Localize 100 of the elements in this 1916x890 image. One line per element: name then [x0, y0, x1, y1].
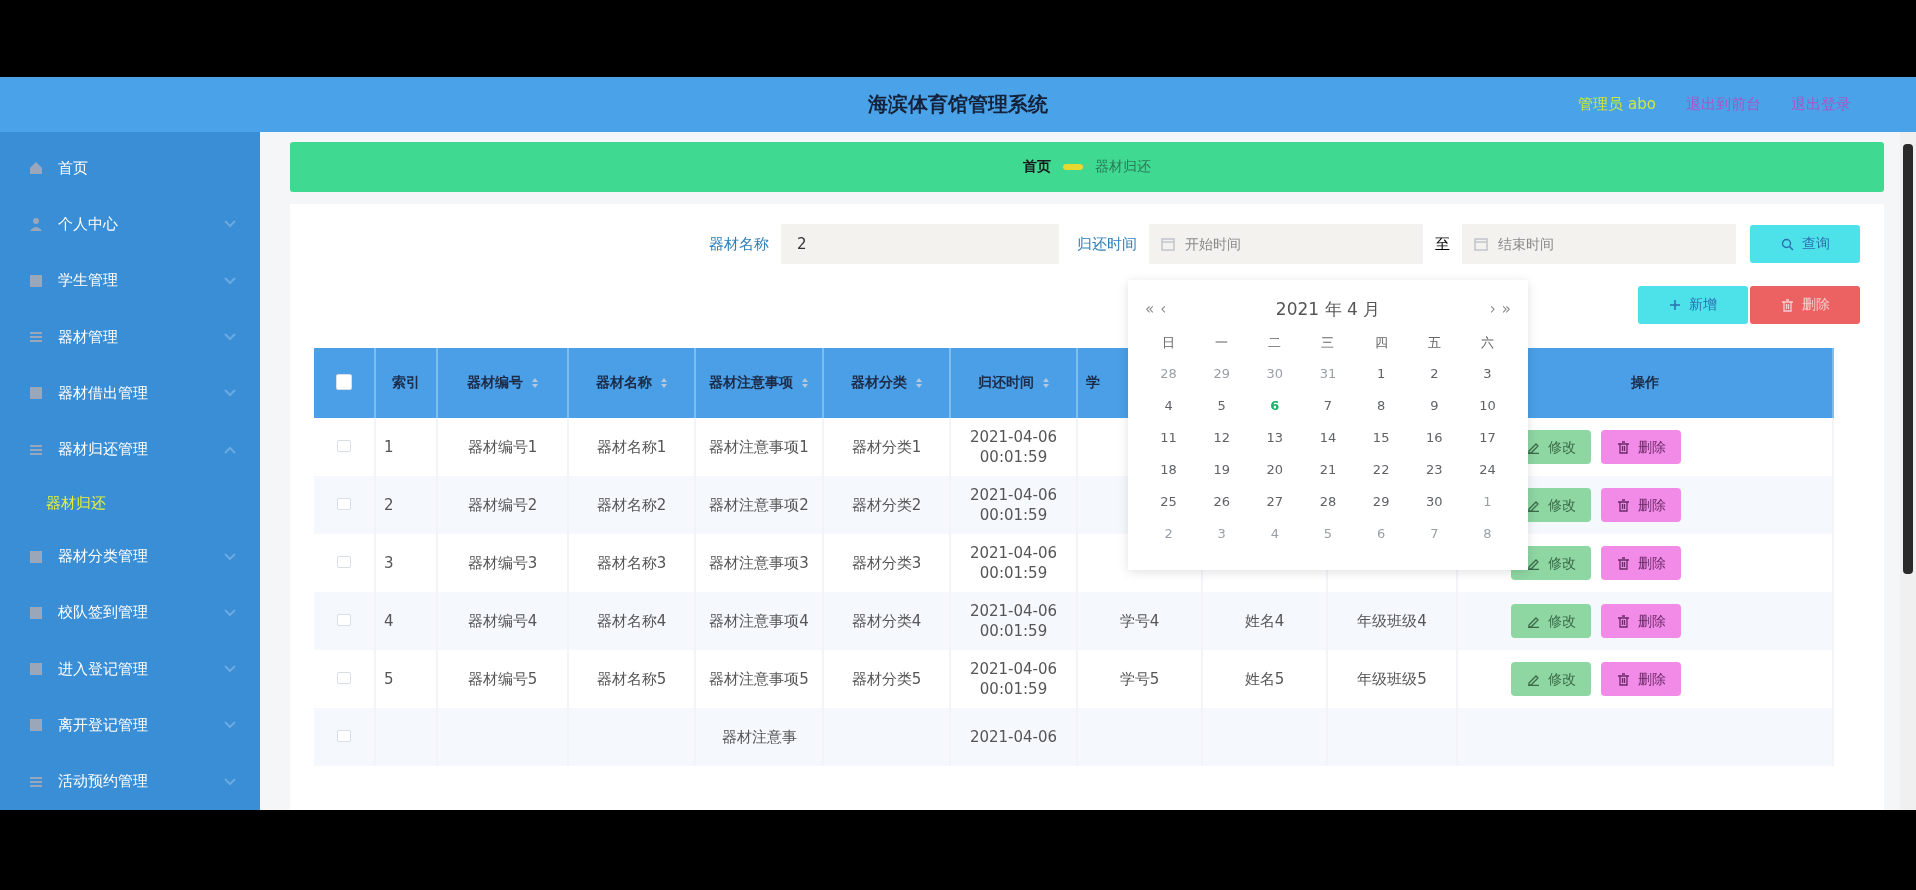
trash-icon [1616, 672, 1630, 686]
column-header[interactable]: 归还时间 [977, 374, 1050, 392]
row-checkbox[interactable] [337, 440, 351, 452]
calendar-day[interactable]: 4 [1164, 398, 1173, 413]
calendar-day[interactable]: 23 [1426, 462, 1443, 477]
calendar-day[interactable]: 20 [1266, 462, 1284, 477]
sidebar-item[interactable]: 器材归还管理 [0, 421, 260, 478]
calendar-day[interactable]: 18 [1160, 462, 1177, 477]
column-header[interactable]: 器材名称 [595, 374, 668, 392]
name-input[interactable]: 2 [781, 224, 1059, 264]
breadcrumb-item[interactable]: 首页 [1023, 158, 1051, 176]
calendar-day[interactable]: 14 [1319, 430, 1337, 445]
calendar-day[interactable]: 13 [1266, 430, 1284, 445]
column-header[interactable]: 器材编号 [466, 374, 539, 392]
calendar-day[interactable]: 19 [1213, 462, 1230, 477]
sort-icon[interactable] [914, 377, 923, 389]
sort-icon[interactable] [530, 377, 539, 389]
prev-month-button[interactable]: ‹ [1157, 300, 1170, 318]
table-cell: 器材注意事项3 [709, 554, 809, 572]
sidebar-item[interactable]: 器材借出管理 [0, 365, 260, 422]
calendar-day[interactable]: 7 [1430, 526, 1439, 541]
calendar-day[interactable]: 5 [1323, 526, 1333, 541]
row-checkbox[interactable] [337, 556, 351, 568]
delete-button[interactable]: 删除 [1601, 662, 1681, 696]
calendar-day[interactable]: 30 [1426, 494, 1443, 509]
sidebar-item[interactable]: 个人中心 [0, 196, 260, 253]
scrollbar[interactable] [1900, 132, 1916, 810]
start-date-field[interactable]: 开始时间 [1149, 224, 1423, 264]
calendar-day[interactable]: 10 [1479, 398, 1496, 413]
calendar-day[interactable]: 5 [1217, 398, 1226, 413]
sidebar-item[interactable]: 器材管理 [0, 308, 260, 366]
column-header[interactable]: 器材分类 [850, 374, 923, 392]
calendar-day[interactable]: 28 [1319, 494, 1337, 509]
calendar-day[interactable]: 8 [1483, 526, 1492, 541]
calendar-day[interactable]: 17 [1479, 430, 1496, 445]
calendar-day[interactable]: 4 [1270, 526, 1279, 541]
weekday-label: 五 [1427, 335, 1441, 350]
calendar-day[interactable]: 1 [1377, 366, 1386, 381]
calendar-day[interactable]: 12 [1213, 430, 1230, 445]
square-icon [28, 272, 44, 289]
sidebar-item[interactable]: 校队签到管理 [0, 584, 260, 641]
calendar-day[interactable]: 28 [1160, 366, 1177, 381]
calendar-day[interactable]: 16 [1426, 430, 1443, 445]
select-all-checkbox[interactable] [336, 373, 352, 390]
calendar-day[interactable]: 2 [1430, 366, 1439, 381]
calendar-day[interactable]: 27 [1266, 494, 1284, 509]
calendar-day[interactable]: 7 [1323, 398, 1333, 413]
trash-icon [1780, 298, 1794, 312]
delete-button[interactable]: 删除 [1601, 430, 1681, 464]
sidebar-item[interactable]: 离开登记管理 [0, 697, 260, 754]
separator-icon [1063, 164, 1083, 170]
calendar-day[interactable]: 8 [1377, 398, 1386, 413]
sidebar-item[interactable]: 首页 [0, 140, 260, 197]
delete-button[interactable]: 删除 [1601, 546, 1681, 580]
calendar-day[interactable]: 22 [1372, 462, 1390, 477]
calendar-day[interactable]: 15 [1372, 430, 1390, 445]
calendar-day[interactable]: 30 [1266, 366, 1284, 381]
calendar-day[interactable]: 3 [1483, 366, 1492, 381]
prev-year-button[interactable]: « [1142, 300, 1158, 318]
edit-button[interactable]: 修改 [1511, 662, 1591, 696]
sort-icon[interactable] [801, 377, 809, 389]
row-checkbox[interactable] [337, 672, 351, 684]
delete-button[interactable]: 删除 [1750, 286, 1860, 324]
delete-button[interactable]: 删除 [1601, 604, 1681, 638]
calendar-day[interactable]: 9 [1430, 398, 1439, 413]
calendar-day[interactable]: 11 [1160, 430, 1177, 445]
sidebar-item[interactable]: 活动预约管理 [0, 753, 260, 810]
table-cell: 器材编号4 [467, 612, 538, 630]
sidebar-subitem[interactable]: 器材归还 [0, 477, 260, 529]
calendar-day[interactable]: 3 [1217, 526, 1226, 541]
calendar-day[interactable]: 26 [1213, 494, 1230, 509]
calendar-day[interactable]: 25 [1160, 494, 1177, 509]
sort-icon[interactable] [1041, 377, 1050, 389]
calendar-day[interactable]: 29 [1372, 494, 1390, 509]
sidebar-item[interactable]: 学生管理 [0, 252, 260, 309]
weekday-label: 日 [1162, 335, 1176, 350]
weekday-label: 六 [1480, 335, 1494, 350]
breadcrumb-item[interactable]: 器材归还 [1095, 158, 1151, 176]
next-month-button[interactable]: › [1486, 300, 1499, 318]
calendar-day[interactable]: 24 [1479, 462, 1496, 477]
delete-button[interactable]: 删除 [1601, 488, 1681, 522]
calendar-day[interactable]: 21 [1319, 462, 1337, 477]
row-checkbox[interactable] [337, 498, 351, 510]
sidebar-item[interactable]: 进入登记管理 [0, 641, 260, 698]
calendar-day[interactable]: 29 [1213, 366, 1230, 381]
end-date-field[interactable]: 结束时间 [1462, 224, 1736, 264]
calendar-day[interactable]: 1 [1483, 494, 1492, 509]
sort-icon[interactable] [659, 377, 668, 389]
sidebar-item[interactable]: 器材分类管理 [0, 528, 260, 585]
edit-button[interactable]: 修改 [1511, 604, 1591, 638]
row-checkbox[interactable] [337, 614, 351, 626]
table-cell: 器材名称4 [596, 612, 667, 630]
calendar-day[interactable]: 6 [1377, 526, 1386, 541]
calendar-day[interactable]: 2 [1164, 526, 1173, 541]
calendar-day[interactable]: 31 [1319, 366, 1337, 381]
add-button[interactable]: 新增 [1638, 286, 1748, 324]
next-year-button[interactable]: » [1498, 300, 1514, 318]
calendar-day[interactable]: 6 [1270, 398, 1280, 413]
search-button[interactable]: 查询 [1750, 225, 1860, 263]
row-checkbox[interactable] [337, 730, 351, 742]
